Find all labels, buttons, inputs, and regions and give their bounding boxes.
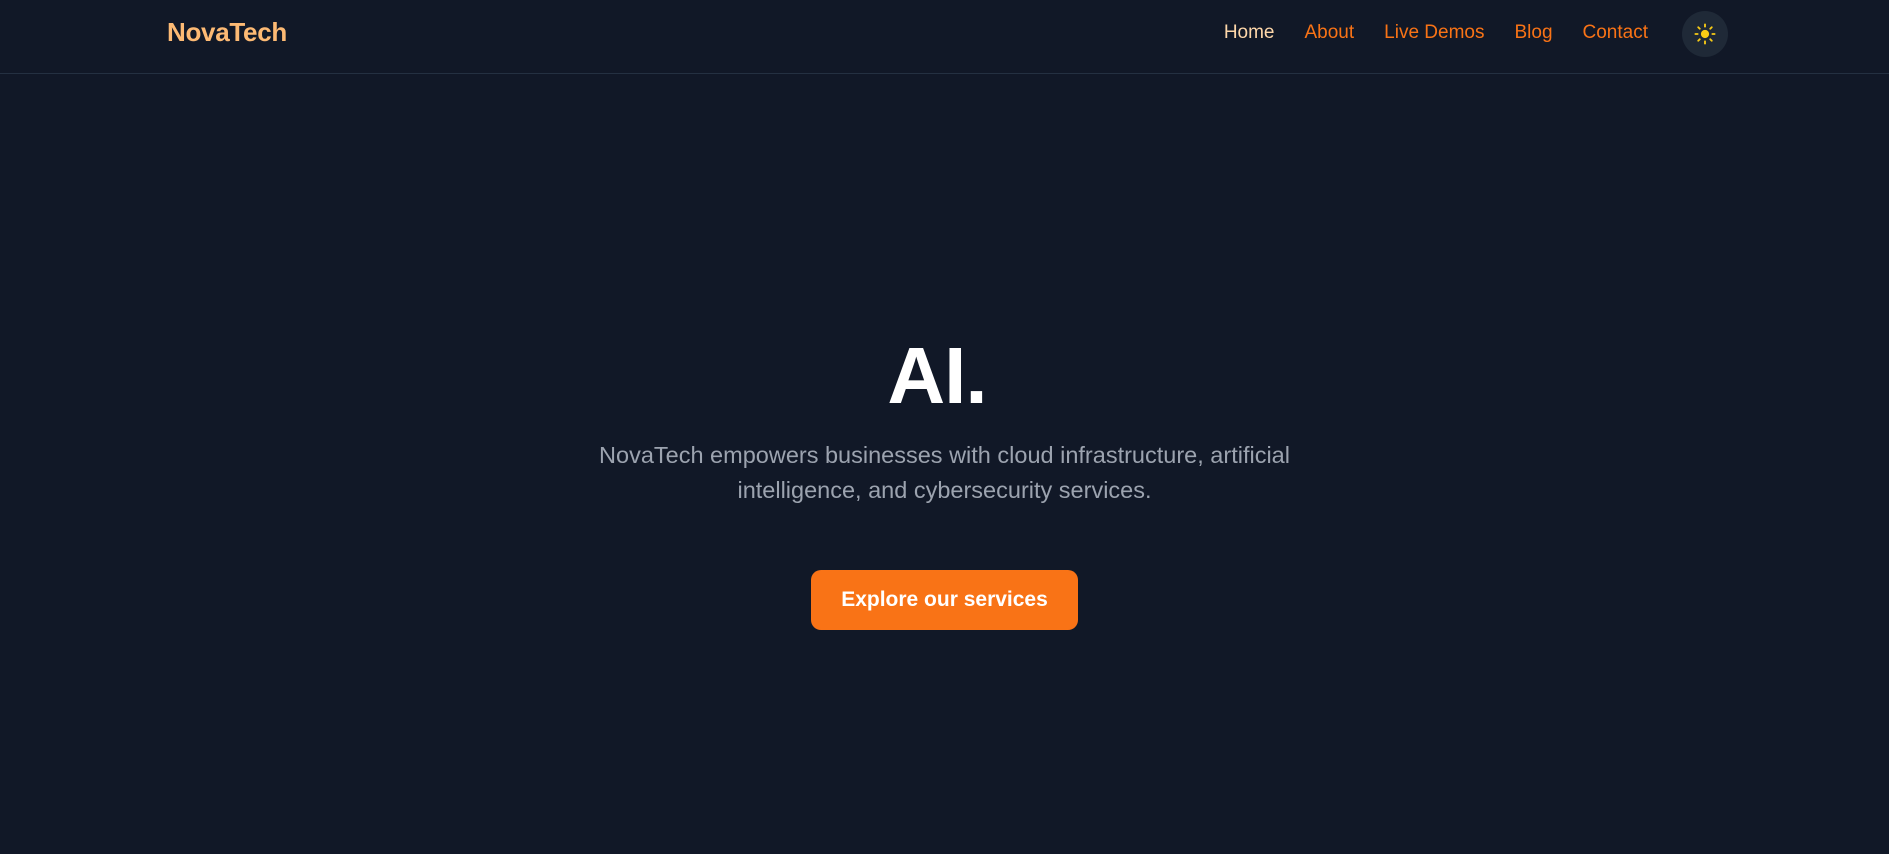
main-nav: Home About Live Demos Blog Contact <box>1224 22 1648 44</box>
nav-blog[interactable]: Blog <box>1514 22 1552 44</box>
nav-live-demos[interactable]: Live Demos <box>1384 22 1484 44</box>
logo[interactable]: NovaTech <box>167 17 287 48</box>
hero-title: AI. <box>887 331 987 420</box>
explore-services-button[interactable]: Explore our services <box>811 570 1078 630</box>
nav-home[interactable]: Home <box>1224 22 1275 44</box>
hero-subtitle: NovaTech empowers businesses with cloud … <box>599 442 1290 503</box>
sun-icon <box>1694 23 1716 45</box>
hero-section: AI. NovaTech empowers businesses with cl… <box>0 336 1889 630</box>
site-header: NovaTech Home About Live Demos Blog Cont… <box>0 0 1889 74</box>
nav-contact[interactable]: Contact <box>1583 22 1648 44</box>
theme-toggle-button[interactable] <box>1682 11 1728 57</box>
nav-about[interactable]: About <box>1305 22 1355 44</box>
